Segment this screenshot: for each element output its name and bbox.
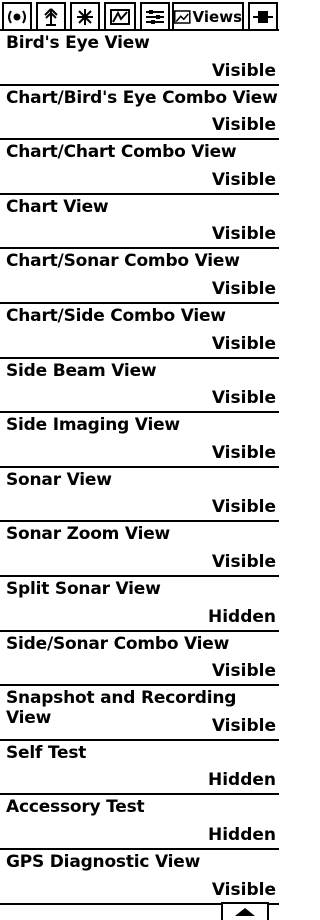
scroll-indicator <box>0 900 279 920</box>
tab-views[interactable]: Views <box>172 2 244 29</box>
menu-item-label: Side Beam View <box>6 360 157 381</box>
menu-tab-bar: Views <box>0 0 279 31</box>
menu-item-value[interactable]: Hidden <box>208 770 276 790</box>
menu-item-value[interactable]: Visible <box>212 716 276 736</box>
scroll-up-arrow-icon <box>235 908 255 916</box>
setup-sliders-icon <box>146 9 164 24</box>
menu-item-value[interactable]: Visible <box>212 552 276 572</box>
tab-alarms[interactable] <box>2 2 32 29</box>
menu-item-label: Bird's Eye View <box>6 33 150 53</box>
alarm-sound-icon <box>8 9 26 24</box>
menu-item-value[interactable]: Visible <box>212 443 276 463</box>
tab-setup[interactable] <box>140 2 170 29</box>
menu-item-value[interactable]: Visible <box>212 224 276 244</box>
scroll-up-button[interactable] <box>221 902 269 920</box>
menu-item-label: Sonar Zoom View <box>6 524 171 545</box>
views-menu-list: Bird's Eye View Visible Chart/Bird's Eye… <box>0 31 279 905</box>
menu-item-value[interactable]: Visible <box>212 880 276 900</box>
menu-item-label: Chart View <box>6 196 109 217</box>
tab-navigation[interactable] <box>36 2 66 29</box>
menu-item-snapshot-and-recording-view[interactable]: Snapshot and Recording View Visible <box>0 686 279 741</box>
menu-item-label: Chart/Bird's Eye Combo View <box>6 87 278 108</box>
menu-item-value[interactable]: Visible <box>212 279 276 299</box>
menu-item-side-sonar-combo-view[interactable]: Side/Sonar Combo View Visible <box>0 632 279 687</box>
menu-item-label: Sonar View <box>6 469 112 490</box>
menu-item-label: Chart/Sonar Combo View <box>6 251 240 272</box>
menu-item-value[interactable]: Hidden <box>208 607 276 627</box>
menu-item-label: Chart/Chart Combo View <box>6 142 237 163</box>
menu-item-label: Side/Sonar Combo View <box>6 633 230 654</box>
views-icon <box>174 9 191 24</box>
menu-item-side-beam-view[interactable]: Side Beam View Visible <box>0 359 279 414</box>
menu-item-value[interactable]: Visible <box>212 115 276 135</box>
menu-item-value[interactable]: Visible <box>212 170 276 190</box>
menu-item-chart-birds-eye-combo-view[interactable]: Chart/Bird's Eye Combo View Visible <box>0 86 279 141</box>
menu-item-chart-chart-combo-view[interactable]: Chart/Chart Combo View Visible <box>0 140 279 195</box>
tab-sonar[interactable] <box>70 2 100 29</box>
menu-item-label: Accessory Test <box>6 797 145 818</box>
menu-item-value[interactable]: Hidden <box>208 825 276 845</box>
accessories-icon <box>253 10 273 23</box>
menu-item-sonar-view[interactable]: Sonar View Visible <box>0 468 279 523</box>
menu-item-label: Split Sonar View <box>6 578 161 599</box>
menu-item-value[interactable]: Visible <box>212 61 276 81</box>
tab-chart[interactable] <box>104 2 136 29</box>
menu-item-split-sonar-view[interactable]: Split Sonar View Hidden <box>0 577 279 632</box>
tab-views-label: Views <box>192 7 242 26</box>
menu-item-value[interactable]: Visible <box>212 661 276 681</box>
menu-item-chart-sonar-combo-view[interactable]: Chart/Sonar Combo View Visible <box>0 249 279 304</box>
menu-item-value[interactable]: Visible <box>212 497 276 517</box>
menu-item-self-test[interactable]: Self Test Hidden <box>0 741 279 796</box>
tab-accessories[interactable] <box>248 2 278 29</box>
antenna-icon <box>44 7 58 26</box>
menu-item-side-imaging-view[interactable]: Side Imaging View Visible <box>0 413 279 468</box>
chart-navigation-icon <box>110 8 130 25</box>
menu-item-chart-side-combo-view[interactable]: Chart/Side Combo View Visible <box>0 304 279 359</box>
menu-item-label: Self Test <box>6 742 87 763</box>
menu-item-value[interactable]: Visible <box>212 388 276 408</box>
menu-item-birds-eye-view[interactable]: Bird's Eye View Visible <box>0 31 279 86</box>
menu-item-chart-view[interactable]: Chart View Visible <box>0 195 279 250</box>
menu-item-label: Chart/Side Combo View <box>6 305 226 326</box>
sonar-settings-icon <box>77 8 93 25</box>
menu-item-value[interactable]: Visible <box>212 334 276 354</box>
menu-item-label: Side Imaging View <box>6 415 180 436</box>
menu-item-sonar-zoom-view[interactable]: Sonar Zoom View Visible <box>0 522 279 577</box>
menu-item-gps-diagnostic-view[interactable]: GPS Diagnostic View Visible <box>0 850 279 905</box>
menu-item-label: GPS Diagnostic View <box>6 851 201 872</box>
menu-item-accessory-test[interactable]: Accessory Test Hidden <box>0 795 279 850</box>
